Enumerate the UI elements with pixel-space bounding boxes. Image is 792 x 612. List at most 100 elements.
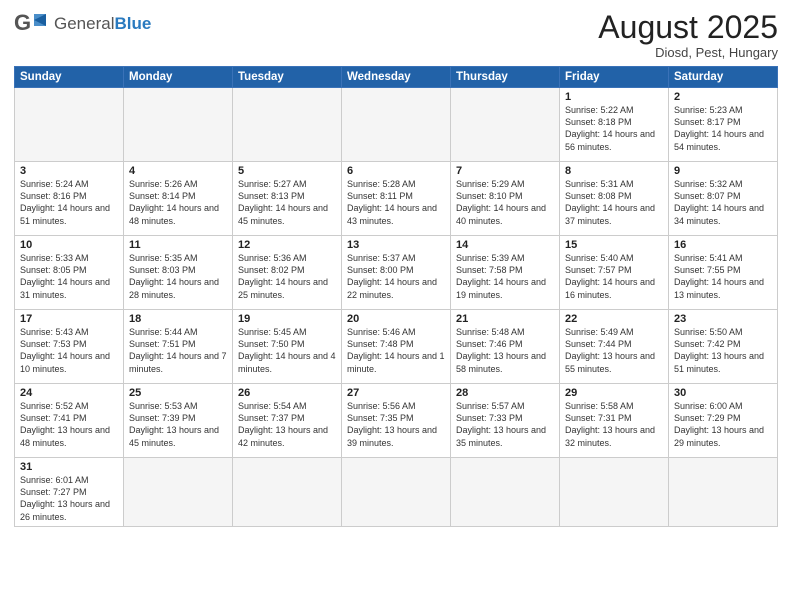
day-number: 25 bbox=[129, 387, 227, 399]
day-number: 6 bbox=[347, 165, 445, 177]
day-info: Sunrise: 5:28 AM Sunset: 8:11 PM Dayligh… bbox=[347, 178, 445, 227]
calendar-cell: 17Sunrise: 5:43 AM Sunset: 7:53 PM Dayli… bbox=[15, 310, 124, 384]
day-number: 17 bbox=[20, 313, 118, 325]
day-number: 12 bbox=[238, 239, 336, 251]
calendar-cell: 18Sunrise: 5:44 AM Sunset: 7:51 PM Dayli… bbox=[124, 310, 233, 384]
calendar-table: SundayMondayTuesdayWednesdayThursdayFrid… bbox=[14, 66, 778, 527]
day-info: Sunrise: 5:31 AM Sunset: 8:08 PM Dayligh… bbox=[565, 178, 663, 227]
weekday-header-saturday: Saturday bbox=[669, 67, 778, 88]
day-number: 7 bbox=[456, 165, 554, 177]
calendar-week-row: 17Sunrise: 5:43 AM Sunset: 7:53 PM Dayli… bbox=[15, 310, 778, 384]
day-info: Sunrise: 5:29 AM Sunset: 8:10 PM Dayligh… bbox=[456, 178, 554, 227]
day-info: Sunrise: 5:54 AM Sunset: 7:37 PM Dayligh… bbox=[238, 400, 336, 449]
day-number: 5 bbox=[238, 165, 336, 177]
day-number: 4 bbox=[129, 165, 227, 177]
day-number: 8 bbox=[565, 165, 663, 177]
day-number: 27 bbox=[347, 387, 445, 399]
day-info: Sunrise: 5:35 AM Sunset: 8:03 PM Dayligh… bbox=[129, 252, 227, 301]
location: Diosd, Pest, Hungary bbox=[598, 45, 778, 60]
calendar-cell: 23Sunrise: 5:50 AM Sunset: 7:42 PM Dayli… bbox=[669, 310, 778, 384]
calendar-cell: 31Sunrise: 6:01 AM Sunset: 7:27 PM Dayli… bbox=[15, 458, 124, 527]
day-info: Sunrise: 5:56 AM Sunset: 7:35 PM Dayligh… bbox=[347, 400, 445, 449]
day-info: Sunrise: 5:23 AM Sunset: 8:17 PM Dayligh… bbox=[674, 104, 772, 153]
calendar-cell bbox=[669, 458, 778, 527]
calendar-week-row: 3Sunrise: 5:24 AM Sunset: 8:16 PM Daylig… bbox=[15, 162, 778, 236]
calendar-cell: 22Sunrise: 5:49 AM Sunset: 7:44 PM Dayli… bbox=[560, 310, 669, 384]
page-header: G GeneralBlue August 2025 Diosd, Pest, H… bbox=[14, 10, 778, 60]
calendar-cell bbox=[124, 458, 233, 527]
day-number: 28 bbox=[456, 387, 554, 399]
calendar-cell: 11Sunrise: 5:35 AM Sunset: 8:03 PM Dayli… bbox=[124, 236, 233, 310]
weekday-header-row: SundayMondayTuesdayWednesdayThursdayFrid… bbox=[15, 67, 778, 88]
day-number: 13 bbox=[347, 239, 445, 251]
day-info: Sunrise: 5:48 AM Sunset: 7:46 PM Dayligh… bbox=[456, 326, 554, 375]
calendar-cell: 19Sunrise: 5:45 AM Sunset: 7:50 PM Dayli… bbox=[233, 310, 342, 384]
weekday-header-thursday: Thursday bbox=[451, 67, 560, 88]
day-info: Sunrise: 5:41 AM Sunset: 7:55 PM Dayligh… bbox=[674, 252, 772, 301]
calendar-cell: 25Sunrise: 5:53 AM Sunset: 7:39 PM Dayli… bbox=[124, 384, 233, 458]
calendar-cell bbox=[342, 458, 451, 527]
day-number: 20 bbox=[347, 313, 445, 325]
calendar-cell: 15Sunrise: 5:40 AM Sunset: 7:57 PM Dayli… bbox=[560, 236, 669, 310]
calendar-cell: 27Sunrise: 5:56 AM Sunset: 7:35 PM Dayli… bbox=[342, 384, 451, 458]
day-number: 30 bbox=[674, 387, 772, 399]
day-info: Sunrise: 5:45 AM Sunset: 7:50 PM Dayligh… bbox=[238, 326, 336, 375]
day-number: 24 bbox=[20, 387, 118, 399]
day-number: 10 bbox=[20, 239, 118, 251]
calendar-cell: 1Sunrise: 5:22 AM Sunset: 8:18 PM Daylig… bbox=[560, 88, 669, 162]
day-number: 9 bbox=[674, 165, 772, 177]
weekday-header-sunday: Sunday bbox=[15, 67, 124, 88]
calendar-cell: 30Sunrise: 6:00 AM Sunset: 7:29 PM Dayli… bbox=[669, 384, 778, 458]
calendar-cell: 13Sunrise: 5:37 AM Sunset: 8:00 PM Dayli… bbox=[342, 236, 451, 310]
day-info: Sunrise: 5:57 AM Sunset: 7:33 PM Dayligh… bbox=[456, 400, 554, 449]
day-info: Sunrise: 5:32 AM Sunset: 8:07 PM Dayligh… bbox=[674, 178, 772, 227]
calendar-cell: 28Sunrise: 5:57 AM Sunset: 7:33 PM Dayli… bbox=[451, 384, 560, 458]
calendar-cell: 21Sunrise: 5:48 AM Sunset: 7:46 PM Dayli… bbox=[451, 310, 560, 384]
day-info: Sunrise: 5:52 AM Sunset: 7:41 PM Dayligh… bbox=[20, 400, 118, 449]
day-info: Sunrise: 5:40 AM Sunset: 7:57 PM Dayligh… bbox=[565, 252, 663, 301]
day-number: 26 bbox=[238, 387, 336, 399]
calendar-cell: 29Sunrise: 5:58 AM Sunset: 7:31 PM Dayli… bbox=[560, 384, 669, 458]
day-number: 18 bbox=[129, 313, 227, 325]
day-number: 19 bbox=[238, 313, 336, 325]
day-info: Sunrise: 5:33 AM Sunset: 8:05 PM Dayligh… bbox=[20, 252, 118, 301]
day-info: Sunrise: 5:44 AM Sunset: 7:51 PM Dayligh… bbox=[129, 326, 227, 375]
day-info: Sunrise: 5:22 AM Sunset: 8:18 PM Dayligh… bbox=[565, 104, 663, 153]
calendar-cell: 6Sunrise: 5:28 AM Sunset: 8:11 PM Daylig… bbox=[342, 162, 451, 236]
day-number: 31 bbox=[20, 461, 118, 473]
day-info: Sunrise: 5:24 AM Sunset: 8:16 PM Dayligh… bbox=[20, 178, 118, 227]
calendar-week-row: 24Sunrise: 5:52 AM Sunset: 7:41 PM Dayli… bbox=[15, 384, 778, 458]
weekday-header-monday: Monday bbox=[124, 67, 233, 88]
calendar-cell: 14Sunrise: 5:39 AM Sunset: 7:58 PM Dayli… bbox=[451, 236, 560, 310]
svg-text:G: G bbox=[14, 10, 31, 35]
month-title: August 2025 bbox=[598, 10, 778, 45]
day-info: Sunrise: 5:53 AM Sunset: 7:39 PM Dayligh… bbox=[129, 400, 227, 449]
logo-text: GeneralBlue bbox=[54, 14, 151, 34]
day-info: Sunrise: 5:43 AM Sunset: 7:53 PM Dayligh… bbox=[20, 326, 118, 375]
logo-icon: G bbox=[14, 10, 50, 38]
day-info: Sunrise: 5:26 AM Sunset: 8:14 PM Dayligh… bbox=[129, 178, 227, 227]
calendar-cell: 16Sunrise: 5:41 AM Sunset: 7:55 PM Dayli… bbox=[669, 236, 778, 310]
calendar-cell: 9Sunrise: 5:32 AM Sunset: 8:07 PM Daylig… bbox=[669, 162, 778, 236]
day-number: 2 bbox=[674, 91, 772, 103]
weekday-header-friday: Friday bbox=[560, 67, 669, 88]
day-number: 11 bbox=[129, 239, 227, 251]
calendar-cell bbox=[451, 458, 560, 527]
calendar-week-row: 1Sunrise: 5:22 AM Sunset: 8:18 PM Daylig… bbox=[15, 88, 778, 162]
day-number: 15 bbox=[565, 239, 663, 251]
day-info: Sunrise: 6:00 AM Sunset: 7:29 PM Dayligh… bbox=[674, 400, 772, 449]
calendar-cell bbox=[124, 88, 233, 162]
calendar-cell bbox=[342, 88, 451, 162]
calendar-cell: 5Sunrise: 5:27 AM Sunset: 8:13 PM Daylig… bbox=[233, 162, 342, 236]
day-info: Sunrise: 5:36 AM Sunset: 8:02 PM Dayligh… bbox=[238, 252, 336, 301]
calendar-cell: 24Sunrise: 5:52 AM Sunset: 7:41 PM Dayli… bbox=[15, 384, 124, 458]
calendar-cell bbox=[451, 88, 560, 162]
day-info: Sunrise: 6:01 AM Sunset: 7:27 PM Dayligh… bbox=[20, 474, 118, 523]
day-number: 23 bbox=[674, 313, 772, 325]
calendar-cell: 4Sunrise: 5:26 AM Sunset: 8:14 PM Daylig… bbox=[124, 162, 233, 236]
day-info: Sunrise: 5:27 AM Sunset: 8:13 PM Dayligh… bbox=[238, 178, 336, 227]
logo: G GeneralBlue bbox=[14, 10, 151, 38]
calendar-week-row: 31Sunrise: 6:01 AM Sunset: 7:27 PM Dayli… bbox=[15, 458, 778, 527]
calendar-cell: 10Sunrise: 5:33 AM Sunset: 8:05 PM Dayli… bbox=[15, 236, 124, 310]
calendar-cell: 26Sunrise: 5:54 AM Sunset: 7:37 PM Dayli… bbox=[233, 384, 342, 458]
